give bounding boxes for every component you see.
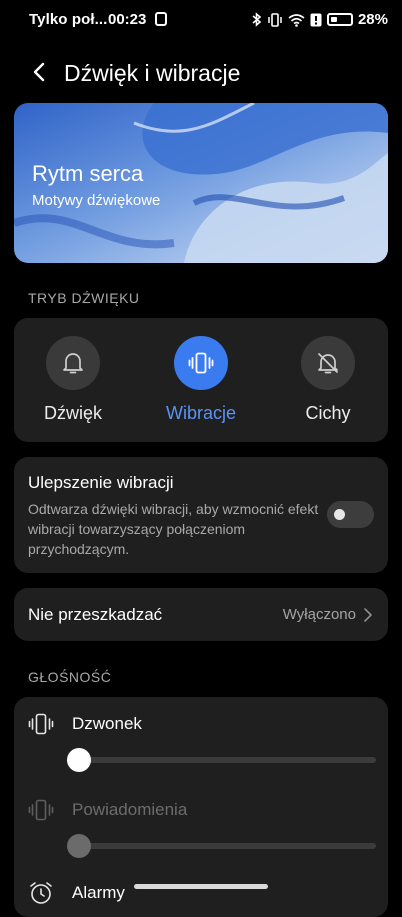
battery-percent: 28% (357, 11, 388, 28)
volume-ringtone-label: Dzwonek (72, 714, 142, 733)
carrier-label: Tylko poł... (29, 11, 108, 28)
banner-subtitle: Motywy dźwiękowe (32, 192, 161, 209)
back-arrow-icon[interactable] (30, 62, 50, 82)
vibration-enhancement-toggle[interactable] (327, 501, 374, 528)
page-title: Dźwięk i wibracje (64, 60, 241, 86)
home-indicator[interactable] (134, 884, 268, 889)
vibrate-status-icon (268, 12, 282, 27)
vibration-enhancement-description: Odtwarza dźwięki wibracji, aby wzmocnić … (28, 501, 319, 557)
volume-alarms-label: Alarmy (72, 883, 125, 902)
sound-theme-banner[interactable]: Rytm serca Motywy dźwiękowe (14, 103, 388, 263)
wifi-icon (288, 13, 305, 27)
do-not-disturb-title: Nie przeszkadzać (28, 605, 163, 624)
vibration-enhancement-title: Ulepszenie wibracji (28, 473, 174, 492)
bell-icon (63, 353, 83, 374)
banner-title: Rytm serca (32, 161, 144, 186)
vibration-enhancement-card[interactable]: Ulepszenie wibracji Odtwarza dźwięki wib… (14, 457, 388, 573)
section-label-volume: GŁOŚNOŚĆ (28, 669, 112, 685)
mode-sound[interactable]: Dźwięk (18, 336, 128, 424)
page-header: Dźwięk i wibracje (0, 52, 402, 96)
do-not-disturb-row[interactable]: Nie przeszkadzać Wyłączono (14, 588, 388, 641)
slider-thumb[interactable] (67, 834, 91, 858)
battery-icon (326, 13, 353, 26)
mode-vibrate[interactable]: Wibracje (146, 336, 256, 424)
slider-thumb[interactable] (67, 748, 91, 772)
do-not-disturb-value: Wyłączono (282, 606, 356, 623)
alarm-icon (30, 882, 52, 904)
mode-vibrate-label: Wibracje (165, 403, 236, 423)
volume-notifications-slider[interactable] (67, 834, 376, 858)
volume-ringtone-slider[interactable] (67, 748, 376, 772)
toggle-knob (334, 509, 345, 520)
mode-silent[interactable]: Cichy (273, 336, 383, 424)
sound-mode-card: Dźwięk Wibracje Cichy (14, 318, 388, 442)
volume-notifications-label: Powiadomienia (72, 800, 188, 819)
mode-sound-label: Dźwięk (43, 403, 102, 423)
status-bar: Tylko poł... 00:23 28% (0, 0, 402, 42)
nfc-icon (155, 12, 167, 26)
chevron-right-icon (364, 608, 372, 622)
bell-off-icon (318, 353, 338, 374)
mode-silent-label: Cichy (305, 403, 351, 423)
bluetooth-icon (252, 12, 262, 27)
notification-vibrate-icon (28, 799, 54, 821)
status-icons: 28% (252, 11, 388, 28)
vibrate-icon (188, 352, 214, 374)
alert-icon (310, 13, 322, 26)
status-time: 00:23 (108, 11, 147, 28)
ringtone-vibrate-icon (28, 713, 54, 735)
section-label-sound-mode: TRYB DŹWIĘKU (28, 290, 140, 306)
